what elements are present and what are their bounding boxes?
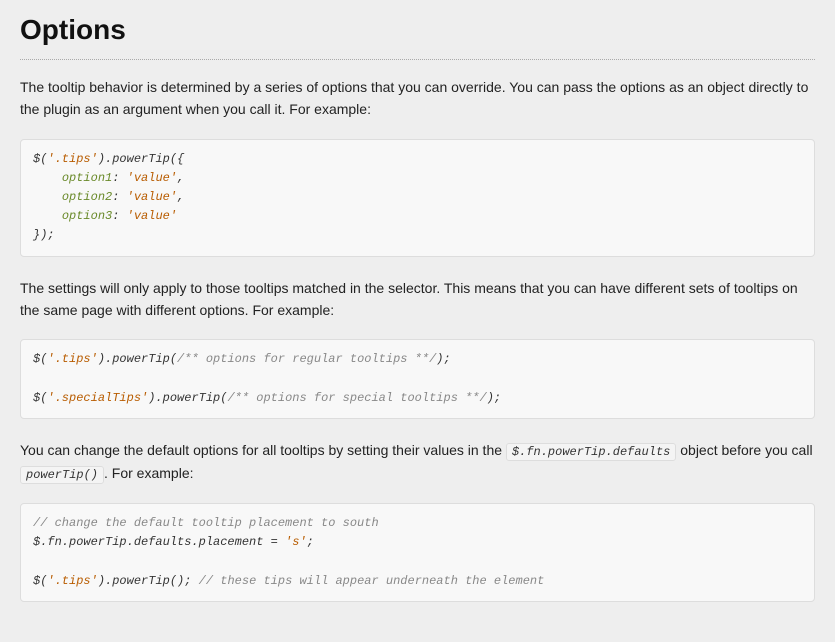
inline-code: $.fn.powerTip.defaults: [506, 443, 676, 461]
code-block: // change the default tooltip placement …: [20, 503, 815, 602]
code-block: $('.tips').powerTip(/** options for regu…: [20, 339, 815, 419]
text: . For example:: [104, 465, 193, 481]
doc-page: Options The tooltip behavior is determin…: [0, 0, 835, 642]
text: You can change the default options for a…: [20, 442, 506, 458]
text: object before you call: [676, 442, 812, 458]
paragraph: The tooltip behavior is determined by a …: [20, 76, 815, 121]
code-block: $('.tips').powerTip({ option1: 'value', …: [20, 139, 815, 257]
inline-code: powerTip(): [20, 466, 104, 484]
section-rule: [20, 59, 815, 60]
paragraph: You can change the default options for a…: [20, 439, 815, 485]
section-heading: Options: [20, 8, 815, 53]
paragraph: The settings will only apply to those to…: [20, 277, 815, 322]
